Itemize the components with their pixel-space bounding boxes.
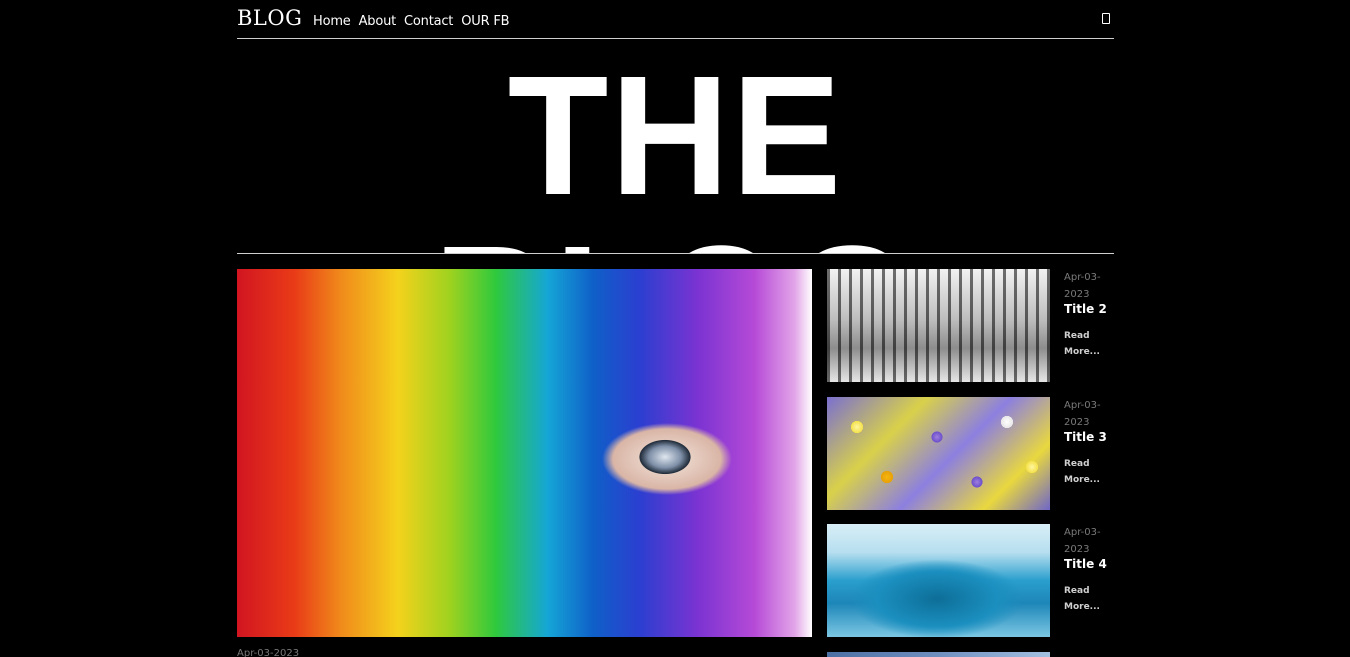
featured-post-date: Apr-03-2023 [237,648,300,657]
nav-about-link[interactable]: About [359,14,397,29]
post-date: Apr-03-2023 [1064,527,1101,555]
page: BLOG Home About Contact OUR FB THE BLOG … [0,0,1350,657]
post-thumbnail-partial[interactable] [827,652,1050,657]
site-header: BLOG Home About Contact OUR FB [237,0,1114,39]
nav-contact-link[interactable]: Contact [404,14,453,29]
post-thumbnail[interactable] [827,524,1050,637]
post-title[interactable]: Title 2 [1064,302,1107,316]
hero-title: THE BLOG [433,41,915,253]
nav-home-link[interactable]: Home [313,14,351,29]
featured-post-image[interactable] [237,269,812,637]
read-more-link[interactable]: Read More... [1064,328,1104,360]
hero-banner: THE BLOG [237,39,1114,254]
nav-our-fb-link[interactable]: OUR FB [461,14,509,29]
site-logo[interactable]: BLOG [237,6,302,30]
mobile-icon[interactable] [1102,13,1110,24]
post-date: Apr-03-2023 [1064,400,1101,428]
read-more-link[interactable]: Read More... [1064,456,1104,488]
main-nav: Home About Contact OUR FB [313,14,510,29]
post-thumbnail[interactable] [827,397,1050,510]
sidebar-post: Apr-03-2023 Title 2 Read More... [827,269,1117,383]
post-title[interactable]: Title 4 [1064,557,1107,571]
sidebar-post: Apr-03-2023 Title 4 Read More... [827,524,1117,638]
read-more-link[interactable]: Read More... [1064,583,1104,615]
post-title[interactable]: Title 3 [1064,430,1107,444]
post-date: Apr-03-2023 [1064,272,1101,300]
post-thumbnail[interactable] [827,269,1050,382]
sidebar-post: Apr-03-2023 Title 3 Read More... [827,397,1117,511]
